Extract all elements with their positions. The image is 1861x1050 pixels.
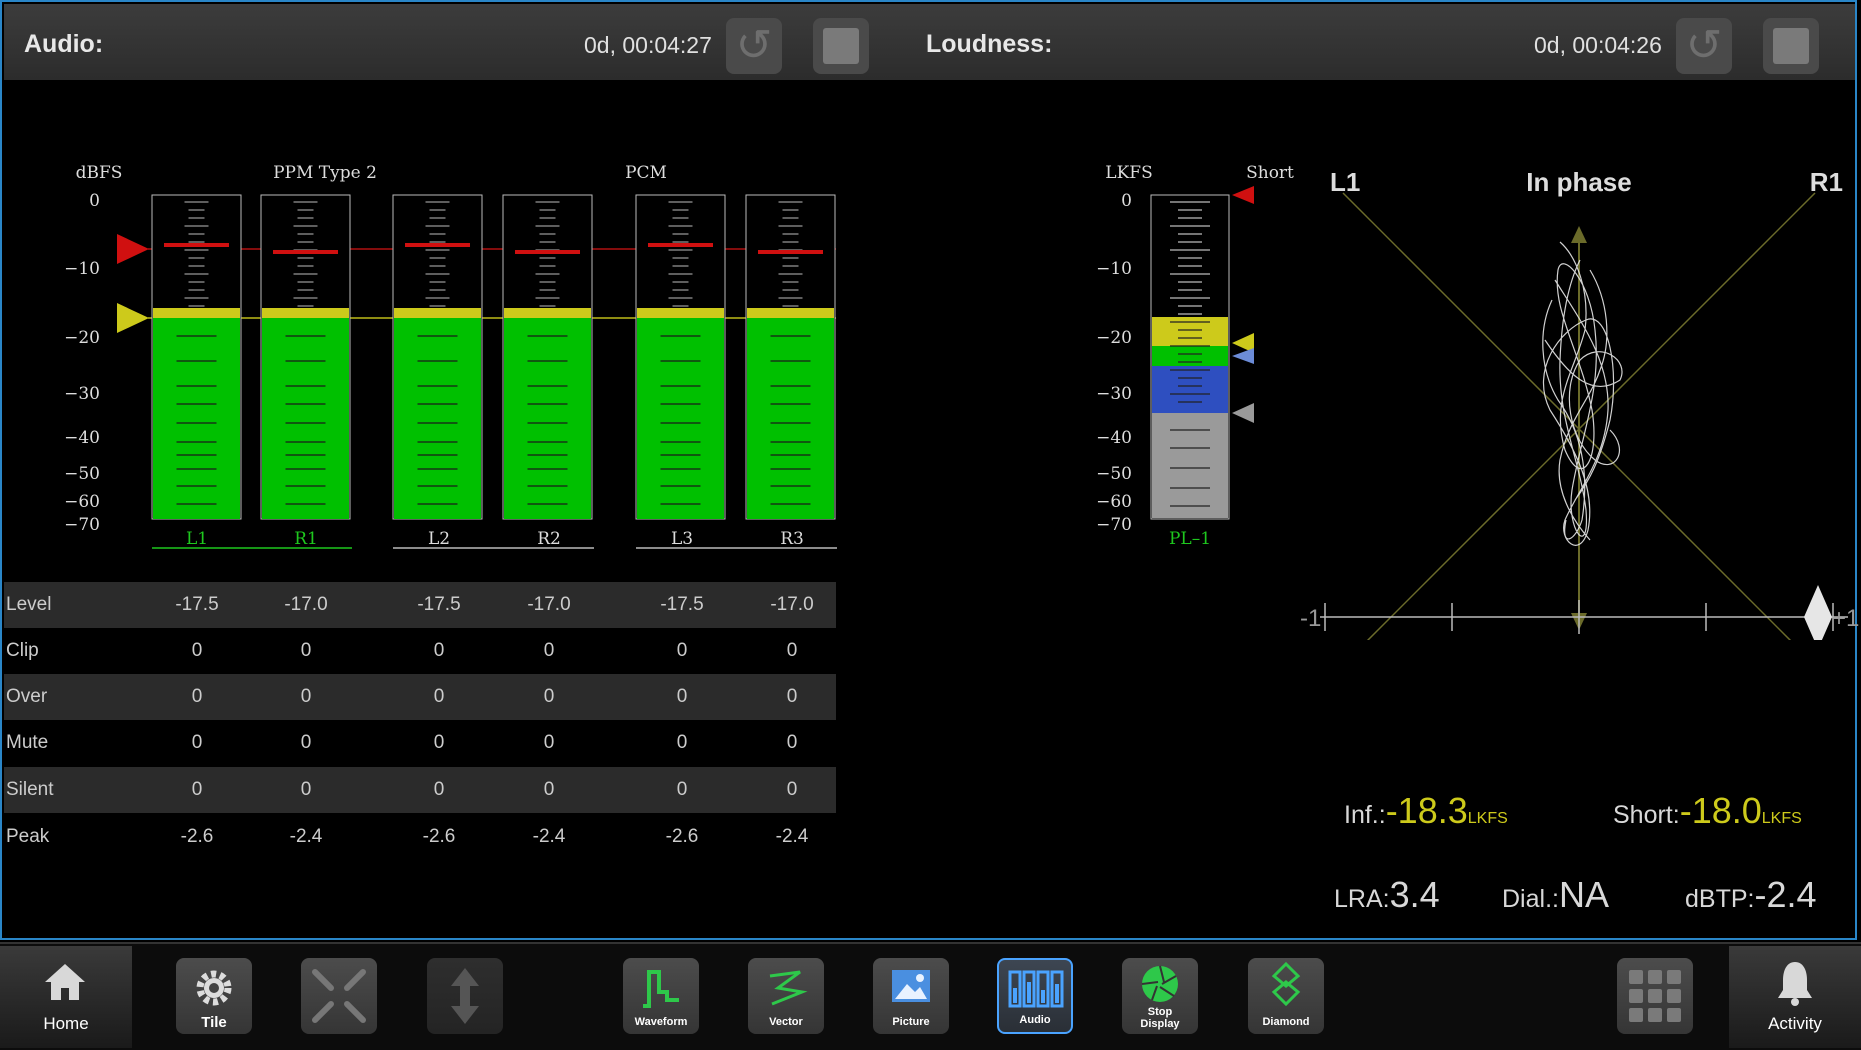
gate-marker <box>1232 403 1254 423</box>
gear-icon <box>196 970 232 1006</box>
scale-tick-0: 0 <box>89 191 100 211</box>
home-button[interactable]: Home <box>0 946 132 1048</box>
lkfs-scale-label: LKFS <box>1105 163 1152 183</box>
tile-button[interactable]: Tile <box>176 958 252 1034</box>
meter-bar-r2 <box>502 194 593 520</box>
meter-bar-l3 <box>635 194 726 520</box>
meter-bar-l2 <box>392 194 483 520</box>
loudness-bar-blue <box>1152 366 1228 413</box>
lkfs-tick-0: 0 <box>1121 191 1132 211</box>
channel-label-r1: R1 <box>294 529 318 549</box>
loudness-bar-gray <box>1152 413 1228 518</box>
phase-left-label: L1 <box>1330 167 1360 197</box>
scale-tick-50: −50 <box>64 464 100 484</box>
lkfs-tick-50: −50 <box>1096 464 1132 484</box>
scale-tick-20: −20 <box>64 328 100 348</box>
loudness-stop-button[interactable] <box>1763 18 1819 74</box>
target-reference-marker <box>117 303 149 333</box>
phase-max-label: +1 <box>1832 605 1859 632</box>
table-row-clip: Clip 0 0 0 0 0 0 <box>6 640 798 661</box>
audio-reset-button[interactable] <box>726 18 782 74</box>
integrated-loudness-readout: Inf.:-18.3LKFS <box>1344 790 1508 831</box>
loudness-reset-button[interactable] <box>1676 18 1732 74</box>
waveform-button[interactable]: Waveform <box>623 958 699 1034</box>
loudness-mode-label: Short <box>1246 163 1294 183</box>
meter-bar-l1 <box>151 194 242 520</box>
vector-button[interactable]: Vector <box>748 958 824 1034</box>
audio-stop-button[interactable] <box>813 18 869 74</box>
dialogue-readout: Dial.:NA <box>1502 874 1609 915</box>
loudness-bar-yellow <box>1152 317 1228 346</box>
phase-min-label: -1 <box>1300 605 1321 632</box>
loudness-title: Loudness: <box>926 30 1053 58</box>
lkfs-tick-70: −70 <box>1096 515 1132 535</box>
loudness-meter: LKFS Short 0 −10 −20 −30 −40 −50 −60 −70… <box>1096 163 1294 549</box>
activity-button[interactable]: Activity <box>1729 946 1861 1048</box>
scale-tick-40: −40 <box>64 428 100 448</box>
vector-icon <box>769 970 808 1006</box>
swap-button[interactable] <box>427 958 503 1034</box>
table-row-over: Over 0 0 0 0 0 0 <box>4 674 836 720</box>
channel-label-r3: R3 <box>780 529 804 549</box>
picture-icon <box>892 970 930 1002</box>
lkfs-tick-20: −20 <box>1096 328 1132 348</box>
lissajous-trace <box>1542 241 1623 546</box>
channel-label-l1: L1 <box>186 529 208 549</box>
audio-button[interactable]: Audio <box>997 958 1073 1034</box>
true-peak-readout: dBTP:-2.4 <box>1685 874 1817 915</box>
home-icon <box>45 964 85 1000</box>
stop-display-button[interactable]: Stop Display <box>1122 958 1198 1034</box>
ballistics-label: PPM Type 2 <box>273 163 377 183</box>
bottom-dock: Home Tile Waveform Vector Picture Audio … <box>0 942 1861 1050</box>
table-row-mute: Mute 0 0 0 0 0 0 <box>6 732 798 753</box>
phase-correlation-indicator <box>1804 585 1832 640</box>
collapse-button[interactable] <box>301 958 377 1034</box>
grid-icon <box>1629 970 1681 1022</box>
diamond-icon <box>1271 962 1301 1006</box>
diamond-button[interactable]: Diamond <box>1248 958 1324 1034</box>
lkfs-tick-10: −10 <box>1096 259 1132 279</box>
audio-header: Audio: 0d, 00:04:27 <box>4 4 900 80</box>
channel-label-r2: R2 <box>537 529 561 549</box>
audio-meters-icon <box>1008 970 1064 1008</box>
shutter-icon <box>1141 965 1178 1002</box>
audio-title: Audio: <box>24 30 104 58</box>
scale-tick-30: −30 <box>64 384 100 404</box>
loudness-elapsed-time: 0d, 00:04:26 <box>1534 32 1662 58</box>
lra-readout: LRA:3.4 <box>1334 874 1440 915</box>
audio-elapsed-time: 0d, 00:04:27 <box>584 32 712 58</box>
audio-level-meters: dBFS PPM Type 2 PCM 0 −10 −20 −30 −40 −5… <box>64 163 837 549</box>
loudness-bar-green <box>1152 346 1228 366</box>
format-label: PCM <box>625 163 667 183</box>
short-loudness-readout: Short:-18.0LKFS <box>1613 790 1802 831</box>
dbfs-scale-label: dBFS <box>76 163 123 183</box>
up-down-arrow-icon <box>451 968 479 1024</box>
lkfs-tick-60: −60 <box>1096 492 1132 512</box>
meter-bar-r3 <box>745 194 836 520</box>
scale-tick-10: −10 <box>64 259 100 279</box>
bell-icon <box>1778 962 1812 1006</box>
loudness-channel-label: PL–1 <box>1169 529 1211 549</box>
collapse-arrows-icon <box>312 969 366 1023</box>
scale-tick-60: −60 <box>64 492 100 512</box>
short-term-marker <box>1232 186 1254 204</box>
lkfs-tick-30: −30 <box>1096 384 1132 404</box>
phase-display: L1 R1 In phase -1 +1 <box>1300 167 1859 640</box>
picture-button[interactable]: Picture <box>873 958 949 1034</box>
range-marker <box>1232 348 1254 364</box>
peak-reference-marker <box>117 234 149 264</box>
phase-status-label: In phase <box>1526 167 1631 197</box>
meter-bar-r1 <box>260 194 351 520</box>
table-row-silent: Silent 0 0 0 0 0 0 <box>4 767 836 813</box>
channel-label-l2: L2 <box>428 529 450 549</box>
table-row-level: Level -17.5 -17.0 -17.5 -17.0 -17.5 -17.… <box>4 582 836 628</box>
lkfs-tick-40: −40 <box>1096 428 1132 448</box>
scale-tick-70: −70 <box>64 515 100 535</box>
phase-right-label: R1 <box>1810 167 1843 197</box>
table-row-peak: Peak -2.6 -2.4 -2.6 -2.4 -2.6 -2.4 <box>6 826 809 847</box>
channel-label-l3: L3 <box>671 529 693 549</box>
apps-grid-button[interactable] <box>1617 958 1693 1034</box>
waveform-icon <box>643 970 679 1008</box>
loudness-header: Loudness: 0d, 00:04:26 <box>900 4 1855 80</box>
